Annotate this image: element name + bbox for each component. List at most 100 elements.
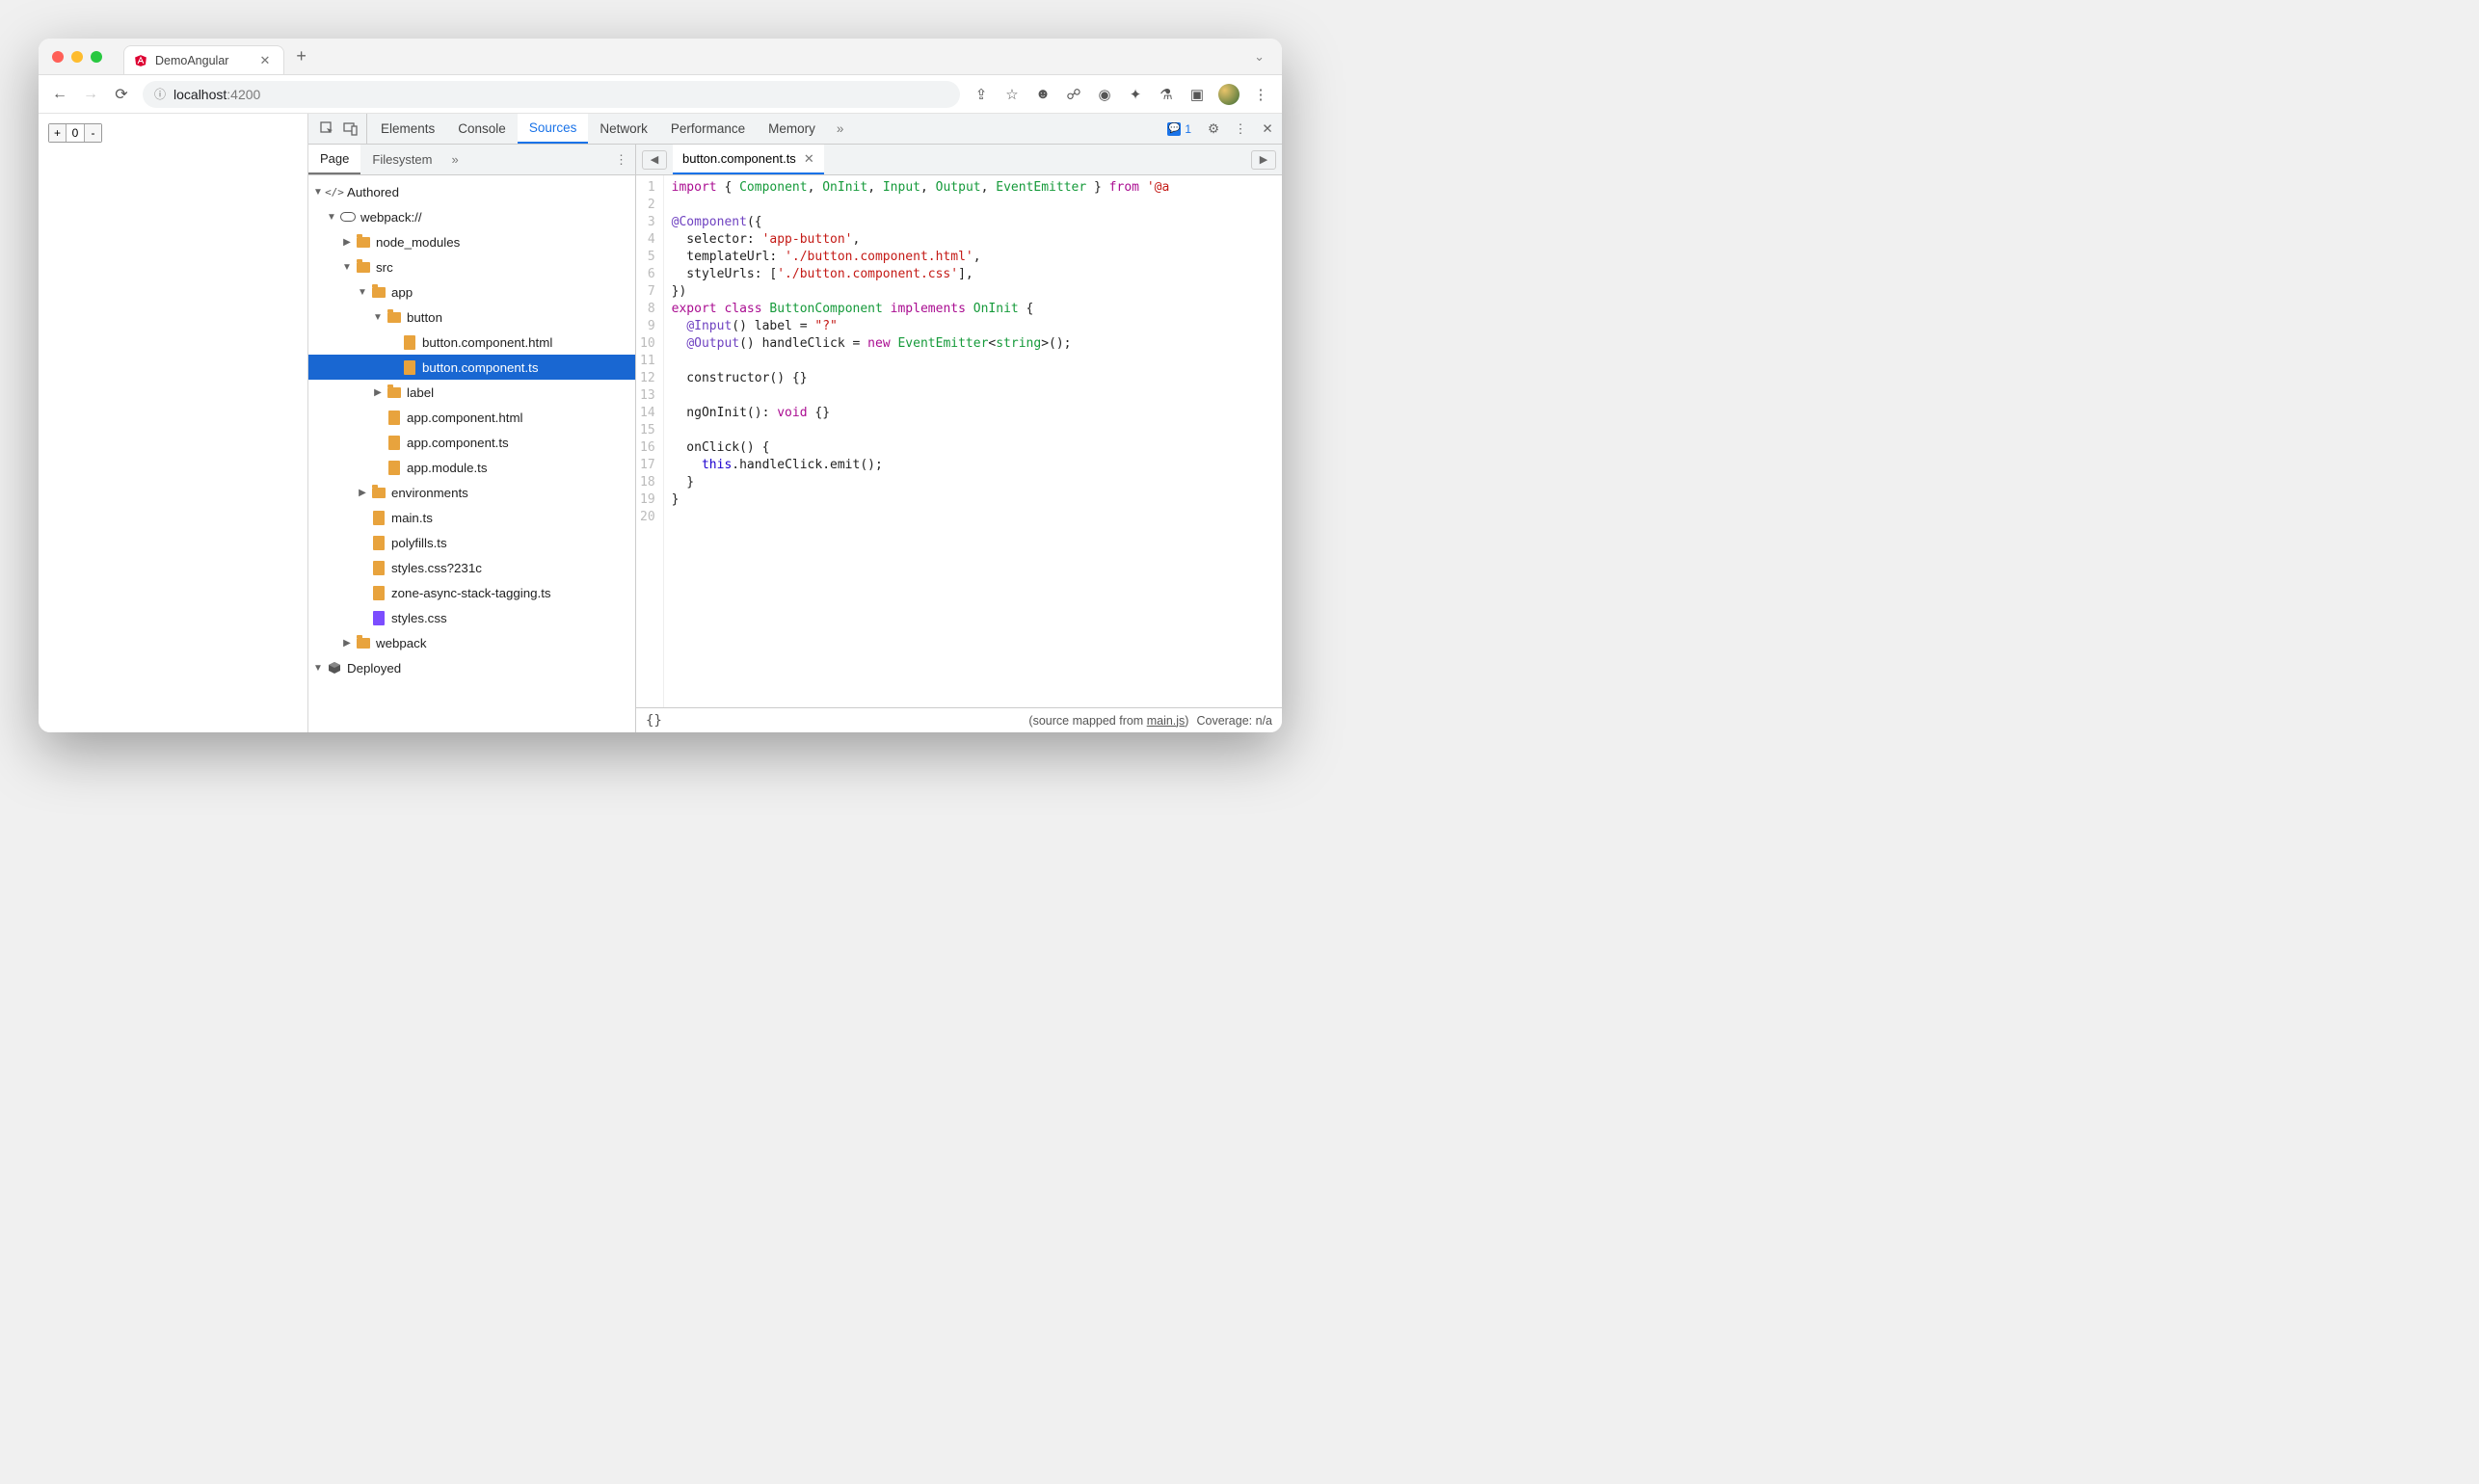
bookmark-icon[interactable]: ☆ bbox=[1002, 86, 1022, 103]
toggle-debugger-icon[interactable]: ▶ bbox=[1251, 150, 1276, 170]
code-editor[interactable]: 1234567891011121314151617181920 import {… bbox=[636, 175, 1282, 707]
kebab-menu-icon[interactable]: ⋮ bbox=[1232, 121, 1249, 137]
side-panel-icon[interactable]: ▣ bbox=[1187, 86, 1207, 103]
cloud-icon bbox=[340, 212, 356, 222]
source-map-link[interactable]: main.js bbox=[1147, 714, 1186, 728]
tree-item[interactable]: ▼Deployed bbox=[308, 655, 635, 680]
browser-tab[interactable]: DemoAngular ✕ bbox=[123, 45, 284, 74]
forward-button[interactable]: → bbox=[81, 86, 100, 103]
tabs-dropdown-icon[interactable]: ⌄ bbox=[1250, 45, 1268, 68]
devtools-tab-sources[interactable]: Sources bbox=[518, 114, 589, 144]
folder-icon bbox=[372, 287, 386, 298]
tree-item-label: button.component.html bbox=[422, 335, 552, 350]
folder-icon bbox=[357, 638, 370, 649]
disclosure-arrow-icon[interactable]: ▼ bbox=[312, 663, 324, 674]
file-icon bbox=[388, 411, 400, 425]
tree-item-label: webpack:// bbox=[360, 210, 422, 225]
disclosure-arrow-icon[interactable]: ▼ bbox=[341, 262, 353, 273]
profile-avatar[interactable] bbox=[1218, 84, 1240, 105]
devtools-tab-elements[interactable]: Elements bbox=[369, 114, 446, 144]
pretty-print-icon[interactable]: {} bbox=[646, 713, 662, 729]
devtools-tab-performance[interactable]: Performance bbox=[659, 114, 757, 144]
close-tab-icon[interactable]: ✕ bbox=[259, 53, 270, 68]
decrement-button[interactable]: - bbox=[84, 124, 101, 142]
close-devtools-icon[interactable]: ✕ bbox=[1259, 121, 1276, 137]
inspect-element-icon[interactable] bbox=[320, 121, 337, 137]
disclosure-arrow-icon[interactable]: ▶ bbox=[372, 387, 384, 398]
editor-pane: ◀ button.component.ts ✕ ▶ 12345678910111… bbox=[636, 145, 1282, 732]
tree-item[interactable]: button.component.html bbox=[308, 330, 635, 355]
extension-icon-3[interactable]: ◉ bbox=[1095, 86, 1114, 103]
tree-item[interactable]: ▼ webpack:// bbox=[308, 204, 635, 229]
tree-item[interactable]: ▼src bbox=[308, 254, 635, 279]
tree-item[interactable]: ▼</>Authored bbox=[308, 179, 635, 204]
coverage-text: Coverage: n/a bbox=[1196, 714, 1272, 728]
tree-item[interactable]: ▶node_modules bbox=[308, 229, 635, 254]
new-tab-button[interactable]: + bbox=[296, 46, 307, 66]
nav-menu-icon[interactable]: ⋮ bbox=[607, 152, 635, 168]
extensions-puzzle-icon[interactable]: ✦ bbox=[1126, 86, 1145, 103]
disclosure-arrow-icon[interactable]: ▼ bbox=[357, 287, 368, 298]
editor-tab[interactable]: button.component.ts ✕ bbox=[673, 145, 824, 174]
menu-icon[interactable]: ⋮ bbox=[1251, 86, 1270, 103]
disclosure-arrow-icon[interactable]: ▶ bbox=[357, 488, 368, 498]
code-content[interactable]: import { Component, OnInit, Input, Outpu… bbox=[664, 175, 1282, 707]
disclosure-arrow-icon[interactable]: ▶ bbox=[341, 638, 353, 649]
issues-button[interactable]: 💬 1 bbox=[1161, 120, 1197, 138]
sources-navigator: PageFilesystem » ⋮ ▼</>Authored▼webpack:… bbox=[308, 145, 636, 732]
disclosure-arrow-icon[interactable]: ▼ bbox=[326, 212, 337, 223]
close-window-button[interactable] bbox=[52, 51, 64, 63]
tree-item[interactable]: app.component.ts bbox=[308, 430, 635, 455]
settings-icon[interactable]: ⚙ bbox=[1205, 121, 1222, 137]
tree-item[interactable]: main.ts bbox=[308, 505, 635, 530]
tree-item-label: app.component.html bbox=[407, 411, 522, 425]
authored-icon: </> bbox=[325, 186, 344, 199]
reload-button[interactable]: ⟳ bbox=[112, 85, 131, 104]
tree-item[interactable]: styles.css bbox=[308, 605, 635, 630]
device-toolbar-icon[interactable] bbox=[343, 121, 360, 137]
devtools-tab-console[interactable]: Console bbox=[446, 114, 518, 144]
devtools-tab-memory[interactable]: Memory bbox=[757, 114, 827, 144]
labs-icon[interactable]: ⚗ bbox=[1157, 86, 1176, 103]
file-tree[interactable]: ▼</>Authored▼webpack://▶node_modules▼src… bbox=[308, 175, 635, 732]
address-bar[interactable]: ⓘ localhost:4200 bbox=[143, 81, 960, 108]
site-info-icon[interactable]: ⓘ bbox=[154, 86, 166, 102]
tree-item[interactable]: ▼button bbox=[308, 305, 635, 330]
back-button[interactable]: ← bbox=[50, 86, 69, 103]
close-editor-tab-icon[interactable]: ✕ bbox=[804, 151, 814, 167]
tree-item[interactable]: app.module.ts bbox=[308, 455, 635, 480]
tab-title: DemoAngular bbox=[155, 54, 228, 67]
counter-widget: + 0 - bbox=[48, 123, 102, 143]
tree-item[interactable]: zone-async-stack-tagging.ts bbox=[308, 580, 635, 605]
counter-value: 0 bbox=[67, 124, 84, 142]
tree-item[interactable]: button.component.ts bbox=[308, 355, 635, 380]
tree-item[interactable]: ▶environments bbox=[308, 480, 635, 505]
tree-item[interactable]: ▶ webpack bbox=[308, 630, 635, 655]
navigator-tab-filesystem[interactable]: Filesystem bbox=[360, 145, 443, 174]
increment-button[interactable]: + bbox=[49, 124, 67, 142]
navigator-tab-page[interactable]: Page bbox=[308, 145, 360, 174]
more-tabs-icon[interactable]: » bbox=[829, 121, 852, 136]
devtools-panel: ElementsConsoleSourcesNetworkPerformance… bbox=[308, 114, 1282, 732]
toggle-navigator-icon[interactable]: ◀ bbox=[642, 150, 667, 170]
extension-icon-2[interactable]: ☍ bbox=[1064, 86, 1083, 103]
tree-item[interactable]: ▼ app bbox=[308, 279, 635, 305]
devtools-tab-network[interactable]: Network bbox=[588, 114, 659, 144]
tree-item-label: app bbox=[391, 285, 413, 300]
tree-item[interactable]: styles.css?231c bbox=[308, 555, 635, 580]
tree-item-label: webpack bbox=[376, 636, 426, 650]
share-icon[interactable]: ⇪ bbox=[972, 86, 991, 103]
tree-item[interactable]: app.component.html bbox=[308, 405, 635, 430]
toolbar-icons: ⇪ ☆ ☻ ☍ ◉ ✦ ⚗ ▣ ⋮ bbox=[972, 84, 1270, 105]
minimize-window-button[interactable] bbox=[71, 51, 83, 63]
disclosure-arrow-icon[interactable]: ▼ bbox=[372, 312, 384, 323]
extension-icon-1[interactable]: ☻ bbox=[1033, 86, 1053, 102]
tree-item[interactable]: polyfills.ts bbox=[308, 530, 635, 555]
toolbar: ← → ⟳ ⓘ localhost:4200 ⇪ ☆ ☻ ☍ ◉ ✦ ⚗ ▣ ⋮ bbox=[39, 75, 1282, 114]
more-nav-tabs-icon[interactable]: » bbox=[444, 152, 466, 167]
maximize-window-button[interactable] bbox=[91, 51, 102, 63]
file-icon bbox=[388, 461, 400, 475]
disclosure-arrow-icon[interactable]: ▶ bbox=[341, 237, 353, 248]
tree-item[interactable]: ▶label bbox=[308, 380, 635, 405]
disclosure-arrow-icon[interactable]: ▼ bbox=[312, 187, 324, 198]
